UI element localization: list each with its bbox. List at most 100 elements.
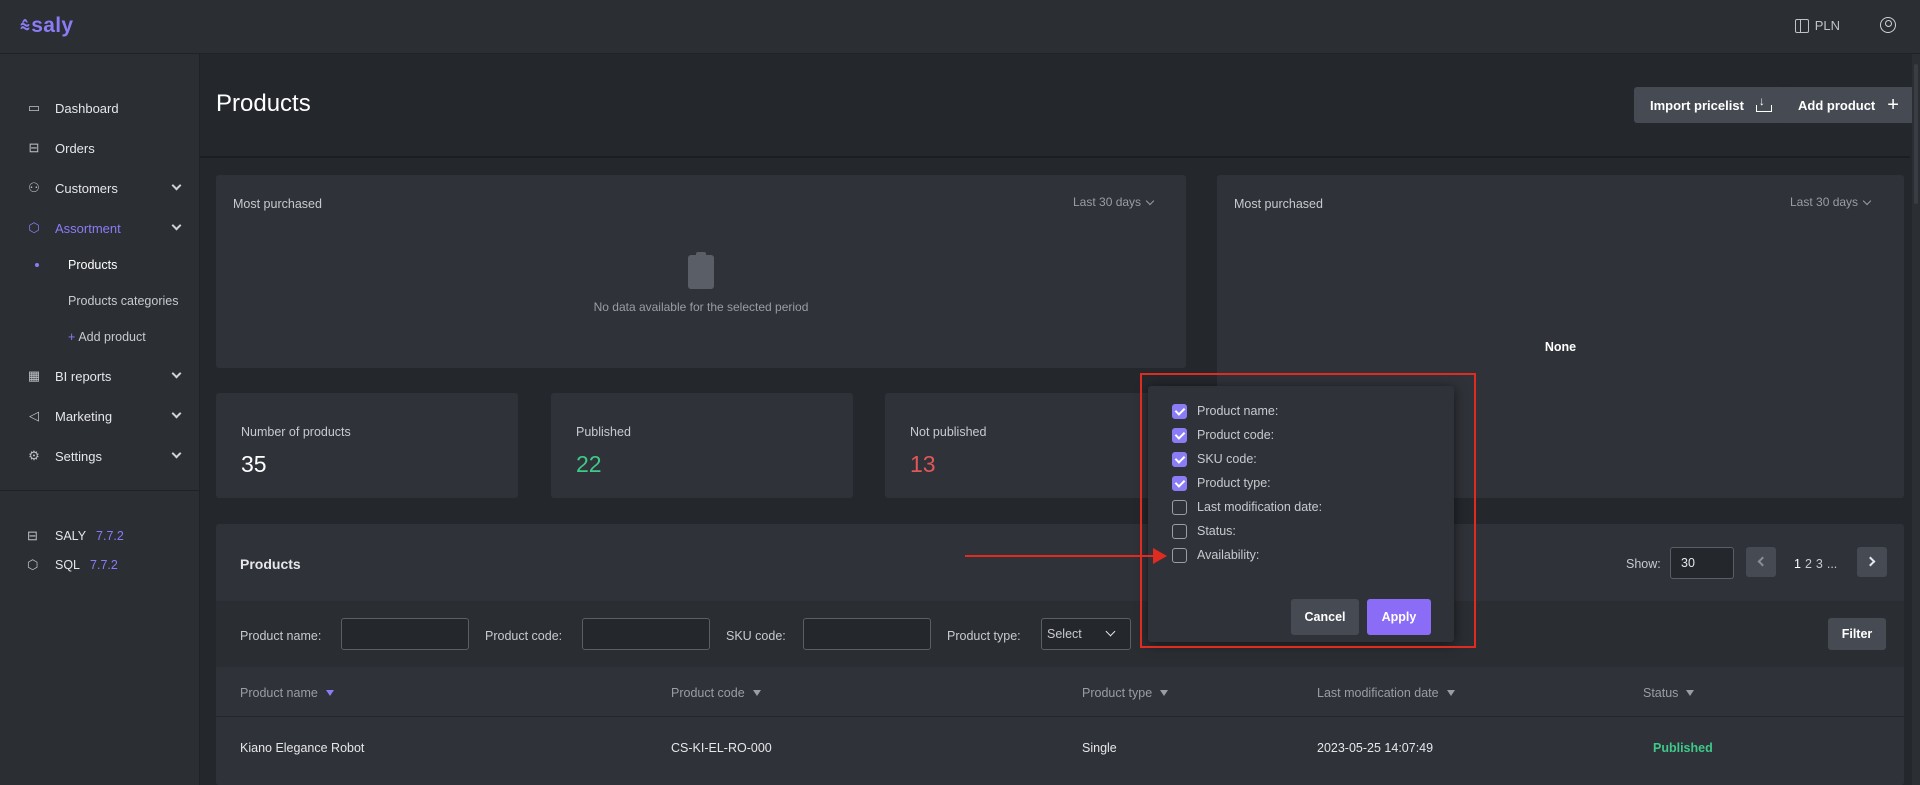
sidebar-subitem-products[interactable]: Products (0, 251, 200, 279)
sidebar-item-dashboard[interactable]: ▭ Dashboard (0, 92, 200, 124)
next-page-button[interactable] (1857, 547, 1887, 577)
column-header-product-type[interactable]: Product type (1082, 686, 1169, 700)
date-range-label: Last 30 days (1790, 195, 1859, 209)
download-icon (1755, 94, 1772, 112)
page-link[interactable]: 1 (1794, 557, 1801, 571)
column-header-product-name[interactable]: Product name (240, 686, 334, 700)
filter-label: Product type: (947, 629, 1021, 643)
filter-label: Product code: (485, 629, 563, 643)
sidebar-item-label: Assortment (55, 220, 121, 236)
sort-icon (1446, 690, 1455, 696)
page-link[interactable]: 3 (1816, 557, 1823, 571)
sidebar-item-assortment[interactable]: ⬡ Assortment (0, 212, 200, 244)
scrollbar-thumb[interactable] (1914, 64, 1918, 204)
column-header-status[interactable]: Status (1643, 686, 1695, 700)
cell-product-type: Single (1082, 741, 1117, 755)
sort-desc-icon (325, 690, 334, 696)
stat-label: Number of products (241, 425, 351, 439)
sidebar-item-orders[interactable]: ⊟ Orders (0, 132, 200, 164)
chevron-down-icon (171, 220, 182, 231)
card-title: Most purchased (233, 197, 322, 211)
version-number: 7.7.2 (90, 558, 118, 572)
sidebar-item-label: Settings (55, 448, 102, 464)
sidebar-subitem-add-product[interactable]: + Add product (0, 323, 200, 351)
filter-row: Product name: Product code: SKU code: Pr… (216, 601, 1904, 667)
stat-label: Not published (910, 425, 987, 439)
products-table-card: Products Show: 30 1 2 3 ... Product name… (216, 524, 1904, 785)
page-size-input[interactable]: 30 (1670, 547, 1734, 579)
date-range-dropdown[interactable]: Last 30 days (1790, 195, 1872, 209)
page-scrollbar[interactable] (1912, 54, 1920, 785)
version-name: SQL (55, 558, 81, 572)
date-range-label: Last 30 days (1073, 195, 1142, 209)
stat-value: 35 (241, 451, 267, 477)
select-placeholder: Select (1047, 627, 1082, 641)
sidebar-item-bi-reports[interactable]: ▦ BI reports (0, 360, 200, 392)
product-type-select[interactable]: Select (1041, 618, 1131, 650)
cell-product-code: CS-KI-EL-RO-000 (671, 741, 772, 755)
page-title: Products (216, 90, 311, 117)
annotation-arrow-line (965, 555, 1165, 557)
sidebar-item-settings[interactable]: ⚙ Settings (0, 440, 200, 472)
column-header-label: Product code (671, 686, 745, 700)
box-icon: ⬡ (28, 220, 40, 235)
sidebar-item-label: Customers (55, 180, 118, 196)
filter-label: SKU code: (726, 629, 786, 643)
product-name-filter-input[interactable] (341, 618, 469, 650)
plus-icon: + (68, 330, 76, 344)
cell-product-name[interactable]: Kiano Elegance Robot (240, 741, 364, 755)
currency-selector[interactable]: PLN (1794, 18, 1840, 33)
prev-page-button[interactable] (1746, 547, 1776, 577)
pagination: 1 2 3 ... (1794, 557, 1837, 571)
chevron-down-icon (171, 408, 182, 419)
product-code-filter-input[interactable] (582, 618, 710, 650)
plus-icon: + (1887, 94, 1899, 116)
cube-icon: ⬡ (27, 557, 39, 572)
import-pricelist-button[interactable]: Import pricelist (1634, 87, 1786, 123)
import-pricelist-label: Import pricelist (1650, 97, 1744, 113)
chevron-down-icon (171, 180, 182, 191)
sidebar-item-label: Orders (55, 140, 95, 156)
currency-icon (1794, 18, 1809, 33)
version-number: 7.7.2 (96, 529, 124, 543)
saly-logo[interactable]: ⩯saly (20, 14, 73, 38)
column-header-label: Status (1643, 686, 1679, 700)
most-purchased-value: None (1544, 340, 1577, 354)
column-header-label: Last modification date (1317, 686, 1439, 700)
sort-icon (752, 690, 761, 696)
sidebar-subitem-label: Products (68, 258, 118, 272)
chevron-left-icon (1757, 556, 1768, 567)
sidebar-item-label: Marketing (55, 408, 113, 424)
report-icon: ▦ (27, 368, 41, 383)
sidebar-item-marketing[interactable]: ◁ Marketing (0, 400, 200, 432)
version-name: SALY (55, 529, 87, 543)
chevron-down-icon (171, 368, 182, 379)
sidebar: ▭ Dashboard ⊟ Orders ⚇ Customers ⬡ Assor… (0, 54, 200, 785)
column-header-last-modification[interactable]: Last modification date (1317, 686, 1455, 700)
sidebar-subitem-products-categories[interactable]: Products categories (0, 287, 200, 315)
sort-icon (1686, 690, 1695, 696)
top-bar: ⩯saly PLN (0, 0, 1920, 54)
page-ellipsis: ... (1826, 557, 1838, 571)
sidebar-subitem-label: Products categories (68, 294, 179, 308)
add-product-button[interactable]: Add product + (1782, 87, 1915, 123)
chevron-down-icon (171, 448, 182, 459)
filter-button[interactable]: Filter (1828, 618, 1886, 650)
column-header-label: Product type (1082, 686, 1153, 700)
sidebar-item-customers[interactable]: ⚇ Customers (0, 172, 200, 204)
column-header-product-code[interactable]: Product code (671, 686, 761, 700)
sku-code-filter-input[interactable] (803, 618, 931, 650)
filter-label: Product name: (240, 629, 322, 643)
user-account-icon[interactable] (1880, 17, 1896, 33)
cart-icon: ⊟ (27, 528, 38, 543)
header-divider (200, 156, 1910, 158)
date-range-dropdown[interactable]: Last 30 days (1073, 195, 1155, 209)
version-saly: ⊟ SALY 7.7.2 (0, 524, 200, 548)
sidebar-item-label: Dashboard (55, 100, 119, 116)
logo-text: saly (31, 14, 74, 37)
page-link[interactable]: 2 (1805, 557, 1812, 571)
column-header-label: Product name (240, 686, 318, 700)
cell-status-badge: Published (1653, 741, 1713, 755)
chevron-down-icon (1145, 196, 1155, 205)
logo-mark-icon: ⩯ (20, 17, 31, 36)
